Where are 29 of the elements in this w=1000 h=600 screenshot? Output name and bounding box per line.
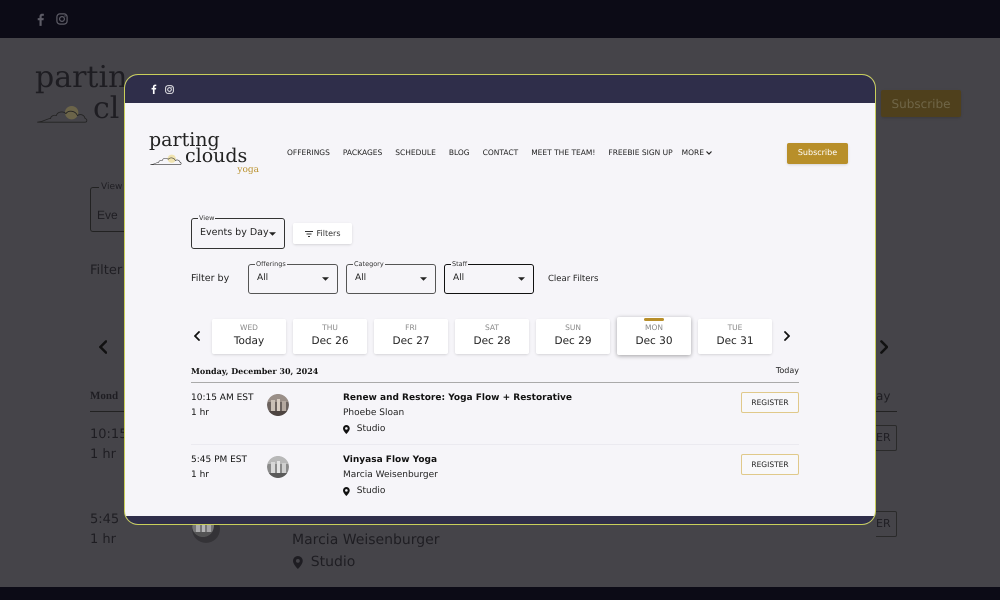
event-duration: 1 hr [191, 407, 210, 420]
clear-filters-link[interactable]: Clear Filters [548, 272, 598, 286]
filters-button[interactable]: Filters [293, 223, 352, 244]
event-time: 5:45 PM EST [191, 454, 248, 467]
caret-icon [322, 277, 329, 281]
caret-icon [269, 232, 276, 236]
caret-icon [420, 277, 427, 281]
event-instructor: Marcia Weisenburger [343, 469, 438, 482]
filter-by-label: Filter by [191, 272, 230, 286]
event-location: Studio [356, 485, 386, 498]
logo-text: parting [149, 131, 220, 149]
location-pin-icon [293, 556, 303, 569]
event-time: 10:15 AM EST [191, 392, 254, 405]
location-pin-icon [343, 425, 350, 434]
chevron-right-icon[interactable] [784, 331, 790, 341]
logo-text: yoga [237, 166, 259, 175]
event-duration: 1 hr [191, 469, 210, 482]
event-title: Renew and Restore: Yoga Flow + Restorative [343, 392, 572, 405]
location-pin-icon [343, 487, 350, 496]
facebook-icon[interactable] [151, 84, 156, 94]
chevron-left-icon[interactable] [194, 331, 200, 341]
day-heading: Monday, December 30, 2024 [191, 365, 318, 377]
caret-icon [518, 277, 525, 281]
chevron-down-icon [706, 151, 712, 155]
today-link[interactable]: Today [776, 365, 799, 377]
event-title: Vinyasa Flow Yoga [343, 454, 438, 467]
event-location: Studio [356, 423, 386, 436]
event-instructor: Phoebe Sloan [343, 407, 406, 420]
filter-icon [304, 230, 312, 236]
